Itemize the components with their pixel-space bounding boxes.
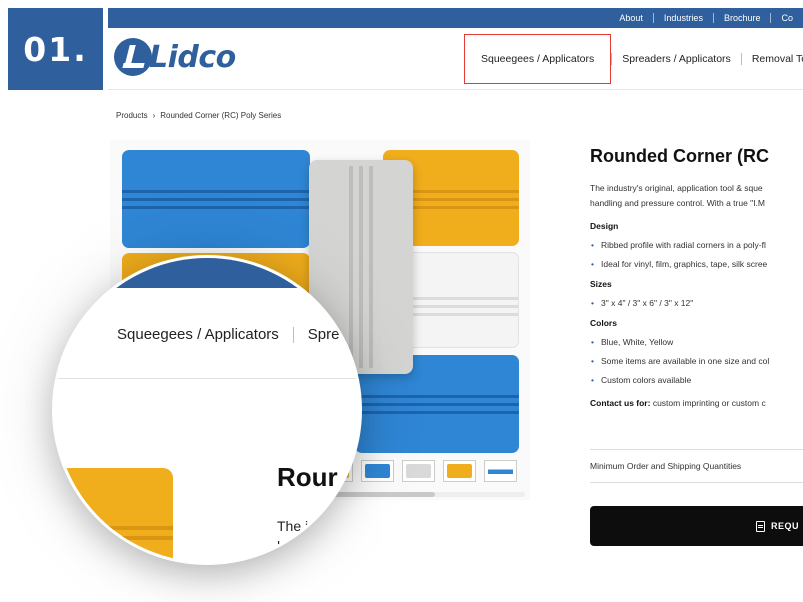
nav-item-removal-tools[interactable]: Removal To — [742, 53, 803, 65]
gallery-scrollbar[interactable] — [330, 492, 525, 497]
contact-label: Contact us for: — [590, 398, 651, 408]
zoomed-product-title: Rour — [277, 462, 338, 492]
design-heading: Design — [590, 221, 619, 231]
colors-heading: Colors — [590, 318, 617, 328]
zoomed-nav-divider — [292, 326, 294, 343]
description-line: handling and pressure control. With a tr… — [590, 198, 765, 208]
nav-item-squeegees-applicators[interactable]: Squeegees / Applicators — [464, 34, 612, 84]
description-line: The industry's original, application too… — [590, 183, 763, 193]
topbar-link-contact[interactable]: Co — [770, 13, 803, 23]
blue-squeegee-image — [122, 150, 310, 248]
document-icon — [755, 520, 765, 532]
zoomed-nav-item-spreaders[interactable]: Spre — [308, 326, 340, 343]
sizes-heading: Sizes — [590, 279, 612, 289]
topbar-link-industries[interactable]: Industries — [652, 13, 713, 23]
design-item: Ideal for vinyl, film, graphics, tape, s… — [590, 259, 803, 269]
logo-text: Lidco — [149, 39, 236, 75]
top-utility-bar: About Industries Brochure Co — [108, 8, 803, 28]
lidco-logo[interactable]: Lidco — [114, 38, 236, 76]
topbar-link-brochure[interactable]: Brochure — [712, 13, 771, 23]
thumbnail-yellow-2[interactable] — [443, 460, 476, 482]
sizes-item: 3" x 4" / 3" x 6" / 3" x 12" — [590, 298, 803, 308]
page: 01. About Industries Brochure Co Lidco S… — [0, 0, 803, 602]
product-title: Rounded Corner (RC — [590, 146, 769, 166]
breadcrumb: Products › Rounded Corner (RC) Poly Seri… — [116, 111, 281, 120]
step-badge: 01. — [8, 8, 103, 90]
nav-item-spreaders-applicators[interactable]: Spreaders / Applicators — [612, 53, 741, 65]
breadcrumb-separator: › — [152, 111, 156, 120]
colors-item: Custom colors available — [590, 375, 803, 385]
main-nav: Squeegees / Applicators Spreaders / Appl… — [464, 28, 803, 90]
scrollbar-thumb[interactable] — [330, 492, 435, 497]
request-quote-button[interactable]: REQU — [590, 506, 803, 546]
zoomed-description-line: h — [277, 538, 285, 554]
thumbnail-white[interactable] — [402, 460, 435, 482]
zoomed-header-divider — [55, 378, 359, 379]
zoomed-description-line: The i — [277, 518, 309, 534]
minimum-order-accordion[interactable]: Minimum Order and Shipping Quantities — [590, 449, 803, 483]
zoom-magnifier: Squeegees / Applicators Spre Rour The i … — [55, 258, 359, 562]
product-info: Rounded Corner (RC The industry's origin… — [590, 146, 803, 408]
zoomed-nav-item-squeegees[interactable]: Squeegees / Applicators — [117, 326, 279, 343]
colors-item: Blue, White, Yellow — [590, 337, 803, 347]
request-button-label: REQU — [770, 521, 799, 531]
site-header: Lidco Squeegees / Applicators Spreaders … — [108, 28, 803, 90]
design-item: Ribbed profile with radial corners in a … — [590, 240, 803, 250]
zoomed-top-bar — [55, 258, 359, 288]
topbar-link-about[interactable]: About — [609, 13, 653, 23]
breadcrumb-products[interactable]: Products — [116, 111, 148, 120]
zoomed-yellow-squeegee — [55, 468, 173, 562]
thumbnail-blue-2[interactable] — [484, 460, 517, 482]
contact-text: custom imprinting or custom c — [650, 398, 766, 408]
breadcrumb-current: Rounded Corner (RC) Poly Series — [160, 111, 282, 120]
logo-mark-icon — [114, 38, 152, 76]
thumbnail-strip — [320, 460, 517, 482]
zoomed-nav: Squeegees / Applicators Spre — [117, 326, 339, 343]
minimum-order-label: Minimum Order and Shipping Quantities — [590, 461, 742, 471]
thumbnail-blue[interactable] — [361, 460, 394, 482]
contact-note: Contact us for: custom imprinting or cus… — [590, 398, 803, 408]
zoomed-description: The i h — [277, 516, 308, 556]
colors-item: Some items are available in one size and… — [590, 356, 803, 366]
product-description: The industry's original, application too… — [590, 181, 803, 211]
step-label: 01. — [23, 29, 88, 69]
